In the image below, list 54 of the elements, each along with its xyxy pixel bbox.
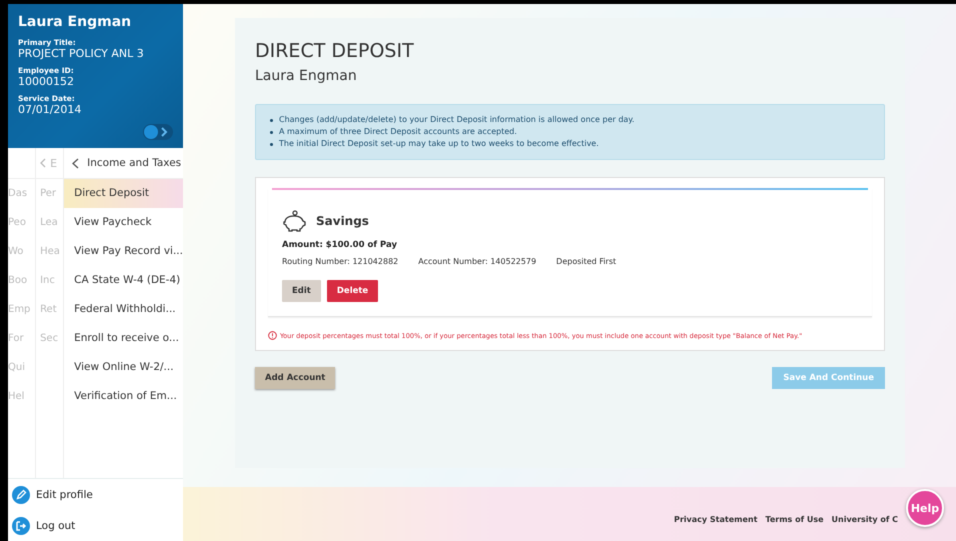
notice-text: A maximum of three Direct Deposit accounts are accepted. <box>279 126 517 138</box>
pencil-icon <box>12 486 30 504</box>
nav-item[interactable]: Sec <box>36 324 64 353</box>
routing-number: Routing Number: 121042882 <box>282 257 398 266</box>
notice-text: The initial Direct Deposit set-up may take up to two weeks to become effective. <box>279 138 599 150</box>
footer-link[interactable]: Privacy Statement <box>674 514 758 524</box>
nav-item[interactable]: Direct Deposit <box>64 179 183 208</box>
nav-item[interactable]: Das <box>8 179 36 208</box>
nav-item[interactable]: View Pay Record vi... <box>64 237 183 266</box>
field-value: 07/01/2014 <box>18 103 82 116</box>
nav-item[interactable]: Boo <box>8 266 36 295</box>
nav-item[interactable]: Hea <box>36 237 64 266</box>
notice-text: Changes (add/update/delete) to your Direct Deposit information is allowed once per day. <box>279 114 634 126</box>
logout-icon <box>12 516 30 534</box>
add-account-button[interactable]: Add Account <box>255 367 336 389</box>
nav-item[interactable]: Federal Withholdi... <box>64 295 183 324</box>
back-chevron-icon <box>40 158 46 168</box>
nav-header: Income and Taxes <box>87 157 182 169</box>
nav-item[interactable]: Wo <box>8 237 36 266</box>
nav-item[interactable]: Lea <box>36 208 64 237</box>
nav-item[interactable]: Verification of Em... <box>64 382 183 411</box>
nav-item[interactable]: For <box>8 324 36 353</box>
nav-item[interactable]: CA State W-4 (DE-4) <box>64 266 183 295</box>
help-button[interactable]: Help <box>906 489 944 527</box>
field-value: 10000152 <box>18 75 75 88</box>
info-icon <box>268 331 277 340</box>
sidebar-toggle[interactable] <box>143 124 173 140</box>
nav-item[interactable]: Hel <box>8 382 36 411</box>
deposit-order: Deposited First <box>556 257 616 266</box>
sidebar-link[interactable]: Log out <box>36 520 76 532</box>
footer-link[interactable]: Terms of Use <box>765 514 824 524</box>
edit-button[interactable]: Edit <box>282 280 321 302</box>
page-title: DIRECT DEPOSIT <box>255 40 415 62</box>
nav-item[interactable]: View Paycheck <box>64 208 183 237</box>
profile-name: Laura Engman <box>18 14 132 30</box>
account-amount: Amount: $100.00 of Pay <box>282 240 398 250</box>
nav-item[interactable]: Enroll to receive o... <box>64 324 183 353</box>
account-number: Account Number: 140522579 <box>418 257 536 266</box>
back-chevron-icon[interactable] <box>72 158 80 168</box>
nav-item[interactable]: Per <box>36 179 64 208</box>
nav-item[interactable]: Inc <box>36 266 64 295</box>
piggy-bank-icon <box>282 210 306 232</box>
nav-item[interactable]: Ret <box>36 295 64 324</box>
nav-item[interactable]: Emp <box>8 295 36 324</box>
nav-item[interactable]: Qui <box>8 353 36 382</box>
footer-link[interactable]: University of C <box>832 514 898 524</box>
delete-button[interactable]: Delete <box>326 280 378 302</box>
employee-name: Laura Engman <box>255 68 358 84</box>
nav-item[interactable]: Peo <box>8 208 36 237</box>
field-value: PROJECT POLICY ANL 3 <box>18 47 145 60</box>
sidebar-link[interactable]: Edit profile <box>36 488 93 500</box>
nav-header[interactable]: E <box>50 156 58 170</box>
nav-item[interactable]: View Online W-2/... <box>64 353 183 382</box>
account-type: Savings <box>316 214 369 228</box>
